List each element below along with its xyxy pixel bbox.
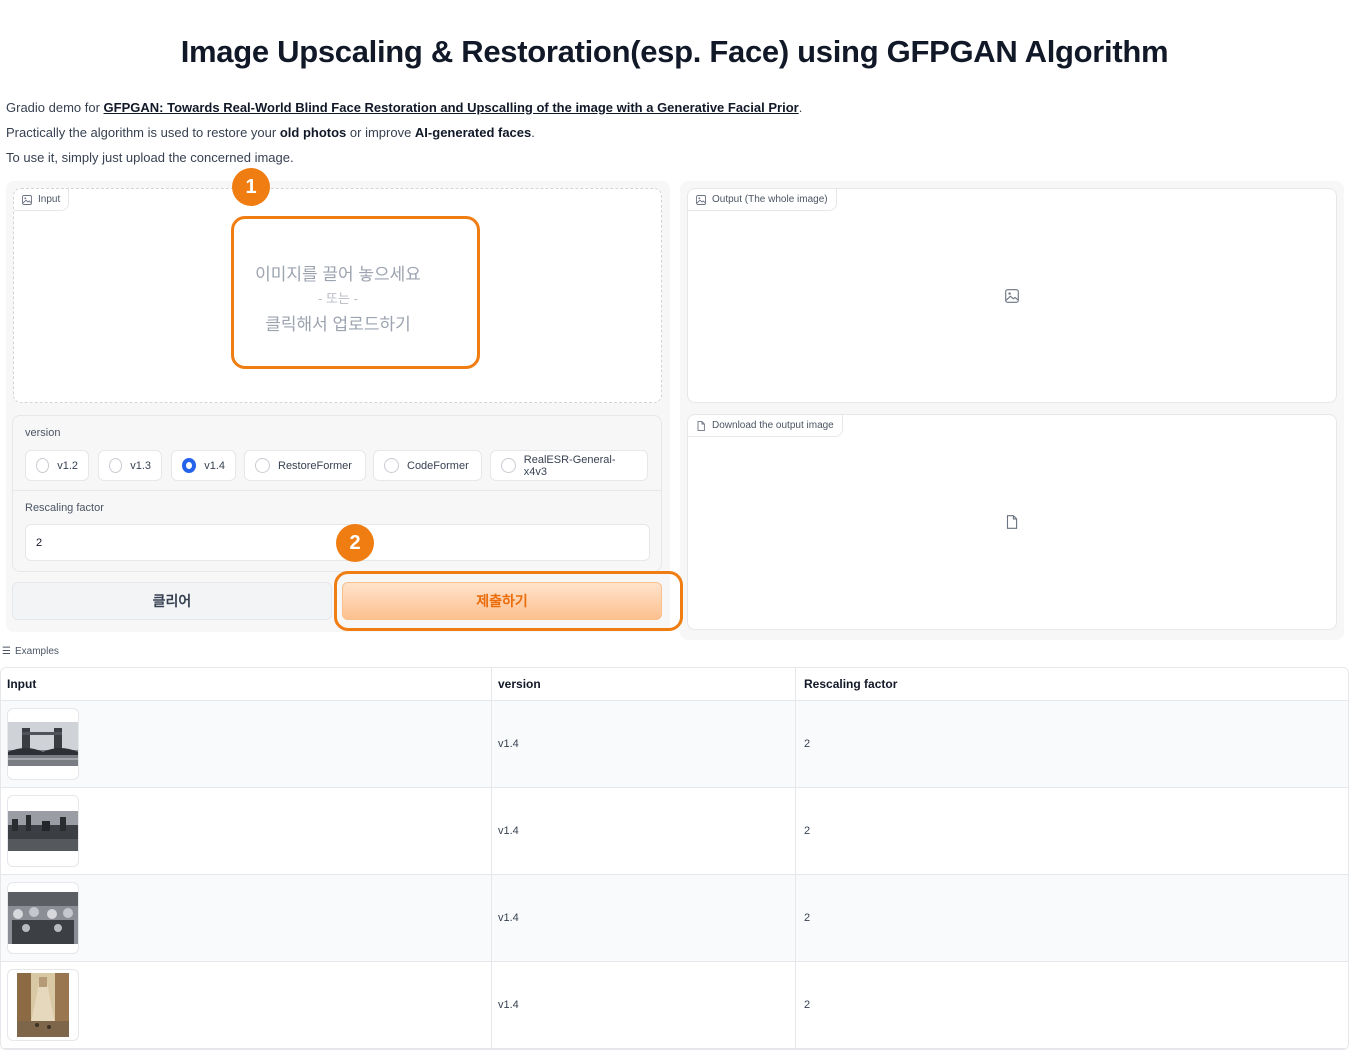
radio-label: RestoreFormer <box>278 459 352 472</box>
crowd-photo <box>8 892 78 944</box>
description-suffix: . <box>798 100 803 115</box>
version-cell: v1.4 <box>492 875 796 961</box>
input-cell <box>1 788 492 874</box>
version-option-codeformer[interactable]: CodeFormer <box>373 450 482 481</box>
table-row[interactable]: v1.4 2 <box>1 875 1348 962</box>
rescaling-factor-label: Rescaling factor <box>25 502 104 514</box>
radio-button[interactable] <box>501 458 516 473</box>
image-icon <box>22 194 32 205</box>
step-badge-2: 2 <box>336 524 374 562</box>
examples-label-text: Examples <box>14 646 59 657</box>
version-label: version <box>25 427 61 439</box>
city-skyline-photo <box>8 811 78 851</box>
examples-table: Input version Rescaling factor v1.4 2 v1… <box>0 667 1349 1050</box>
file-icon <box>697 420 705 431</box>
image-icon <box>696 194 706 205</box>
file-placeholder-icon <box>1006 515 1018 529</box>
factor-cell: 2 <box>804 912 811 924</box>
description-line-3: To use it, simply just upload the concer… <box>6 150 294 165</box>
input-label: Input <box>14 189 70 211</box>
description-line-2: Practically the algorithm is used to res… <box>6 125 535 140</box>
example-thumbnail[interactable] <box>7 882 79 954</box>
table-body: v1.4 2 v1.4 2 v1.4 2 v1.4 2 <box>1 701 1348 1049</box>
radio-button[interactable] <box>384 458 399 473</box>
page-title: Image Upscaling & Restoration(esp. Face)… <box>180 34 1169 69</box>
list-icon: ☰ <box>2 646 11 657</box>
table-row[interactable]: v1.4 2 <box>1 788 1348 875</box>
examples-heading: ☰ Examples <box>2 646 59 657</box>
description-text: . <box>531 125 535 140</box>
version-cell: v1.4 <box>492 701 796 787</box>
radio-button[interactable] <box>36 458 50 473</box>
input-label-text: Input <box>38 194 61 205</box>
table-row[interactable]: v1.4 2 <box>1 701 1348 788</box>
radio-label: v1.4 <box>204 459 225 472</box>
output-label: Output (The whole image) <box>688 189 837 211</box>
input-cell <box>1 875 492 961</box>
tower-bridge-photo <box>8 722 78 766</box>
submit-button-highlight <box>334 571 683 631</box>
radio-button[interactable] <box>255 458 270 473</box>
factor-cell: 2 <box>804 738 811 750</box>
radio-button[interactable] <box>109 458 123 473</box>
image-placeholder-icon <box>1005 289 1019 303</box>
radio-label: v1.3 <box>130 459 151 472</box>
table-row[interactable]: v1.4 2 <box>1 962 1348 1049</box>
version-option-restoreformer[interactable]: RestoreFormer <box>244 450 366 481</box>
street-scene-photo <box>17 973 69 1037</box>
example-thumbnail[interactable] <box>7 969 79 1041</box>
radio-label: RealESR-General-x4v3 <box>523 453 616 478</box>
output-label-text: Output (The whole image) <box>712 194 828 205</box>
column-header-rescaling-factor: Rescaling factor <box>804 677 898 691</box>
example-thumbnail[interactable] <box>7 795 79 867</box>
input-cell <box>1 701 492 787</box>
version-cell: v1.4 <box>492 962 796 1048</box>
column-header-input: Input <box>1 668 492 700</box>
column-header-version: version <box>492 668 796 700</box>
radio-label: CodeFormer <box>407 459 469 472</box>
version-cell: v1.4 <box>492 788 796 874</box>
example-thumbnail[interactable] <box>7 708 79 780</box>
download-label: Download the output image <box>688 415 843 437</box>
radio-label: v1.2 <box>57 459 78 472</box>
description-bold-ai-faces: AI-generated faces <box>414 125 532 140</box>
settings-divider <box>13 490 661 491</box>
input-cell <box>1 962 492 1048</box>
description-text: Practically the algorithm is used to res… <box>6 125 280 140</box>
version-option-v1-4[interactable]: v1.4 <box>171 450 236 481</box>
description-text: or improve <box>346 125 415 140</box>
version-option-v1-3[interactable]: v1.3 <box>98 450 162 481</box>
description-prefix: Gradio demo for <box>6 100 104 115</box>
description-line-1: Gradio demo for GFPGAN: Towards Real-Wor… <box>6 100 802 115</box>
step-badge-1: 1 <box>232 168 270 206</box>
clear-button[interactable]: 클리어 <box>12 582 332 620</box>
description-bold-old-photos: old photos <box>279 125 347 140</box>
download-label-text: Download the output image <box>712 420 834 431</box>
table-header: Input version Rescaling factor <box>1 668 1348 701</box>
version-option-realesr-general-x4v3[interactable]: RealESR-General-x4v3 <box>490 450 648 481</box>
gfpgan-paper-link[interactable]: GFPGAN: Towards Real-World Blind Face Re… <box>104 100 799 115</box>
radio-button-selected[interactable] <box>182 458 197 473</box>
upload-area-highlight <box>231 216 480 369</box>
factor-cell: 2 <box>804 999 811 1011</box>
factor-cell: 2 <box>804 825 811 837</box>
version-option-v1-2[interactable]: v1.2 <box>25 450 89 481</box>
